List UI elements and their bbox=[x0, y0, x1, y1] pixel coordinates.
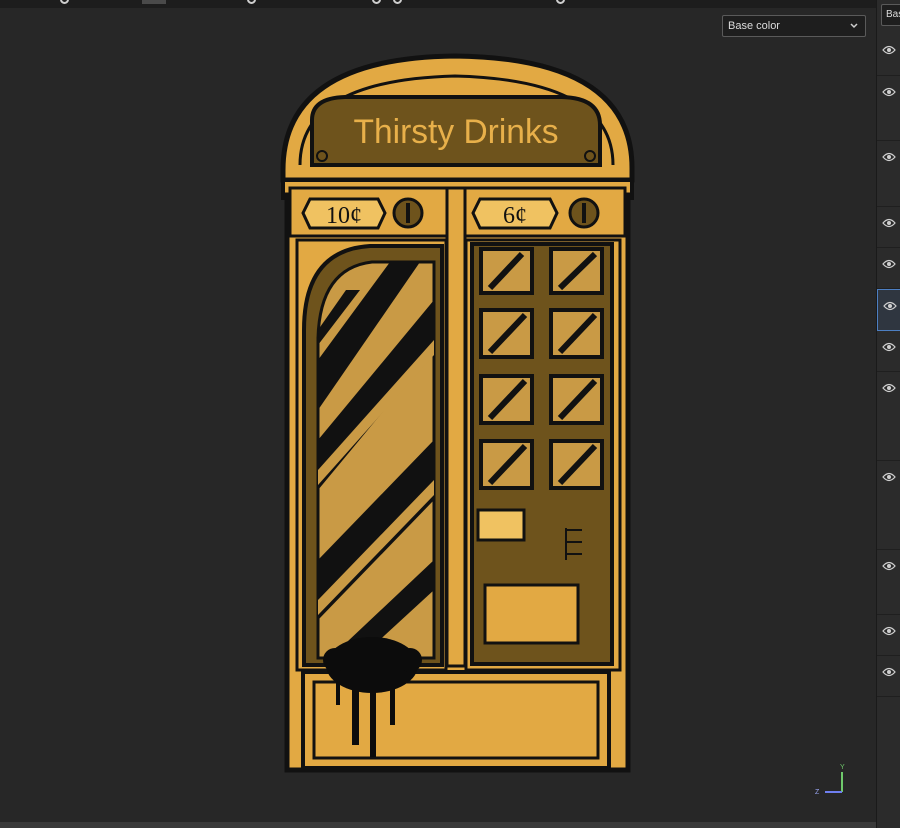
layer-row[interactable] bbox=[877, 34, 900, 76]
layer-row[interactable] bbox=[877, 248, 900, 289]
layer-row[interactable] bbox=[877, 550, 900, 615]
layer-row[interactable] bbox=[877, 141, 900, 207]
slider-handle[interactable] bbox=[393, 0, 402, 4]
toolbar-tab[interactable] bbox=[142, 0, 166, 4]
eye-icon[interactable] bbox=[883, 301, 897, 311]
horizontal-scrollbar[interactable] bbox=[0, 822, 876, 828]
layer-row-selected[interactable] bbox=[877, 289, 900, 331]
eye-icon[interactable] bbox=[882, 561, 896, 571]
chevron-down-icon bbox=[850, 23, 858, 29]
eye-icon[interactable] bbox=[882, 259, 896, 269]
price-right: 6¢ bbox=[503, 203, 527, 229]
axis-gizmo: Y Z bbox=[812, 762, 852, 802]
eye-icon[interactable] bbox=[882, 472, 896, 482]
slider-handle[interactable] bbox=[556, 0, 565, 4]
layer-row[interactable] bbox=[877, 615, 900, 656]
layer-row[interactable] bbox=[877, 76, 900, 141]
channel-dropdown-value: Base color bbox=[728, 20, 780, 32]
slider-handle[interactable] bbox=[372, 0, 381, 4]
eye-icon[interactable] bbox=[882, 152, 896, 162]
layer-channel-dropdown[interactable]: Bas bbox=[881, 4, 900, 26]
eye-icon[interactable] bbox=[882, 667, 896, 677]
eye-icon[interactable] bbox=[882, 383, 896, 393]
layer-row[interactable] bbox=[877, 461, 900, 550]
sign-text: Thirsty Drinks bbox=[354, 113, 559, 151]
eye-icon[interactable] bbox=[882, 626, 896, 636]
slider-handle[interactable] bbox=[247, 0, 256, 4]
layer-row[interactable] bbox=[877, 207, 900, 248]
eye-icon[interactable] bbox=[882, 218, 896, 228]
price-left: 10¢ bbox=[326, 203, 362, 229]
channel-dropdown[interactable]: Base color bbox=[722, 15, 866, 37]
layer-row[interactable] bbox=[877, 372, 900, 461]
layer-row[interactable] bbox=[877, 656, 900, 697]
layer-row[interactable] bbox=[877, 331, 900, 372]
axis-y-label: Y bbox=[840, 764, 845, 771]
eye-icon[interactable] bbox=[882, 45, 896, 55]
eye-icon[interactable] bbox=[882, 342, 896, 352]
vending-machine-artwork: Thirsty Drinks 10¢ 6¢ bbox=[280, 53, 635, 773]
slider-handle[interactable] bbox=[60, 0, 69, 4]
eye-icon[interactable] bbox=[882, 87, 896, 97]
layers-panel: Bas bbox=[876, 0, 900, 828]
axis-z-label: Z bbox=[815, 789, 820, 796]
